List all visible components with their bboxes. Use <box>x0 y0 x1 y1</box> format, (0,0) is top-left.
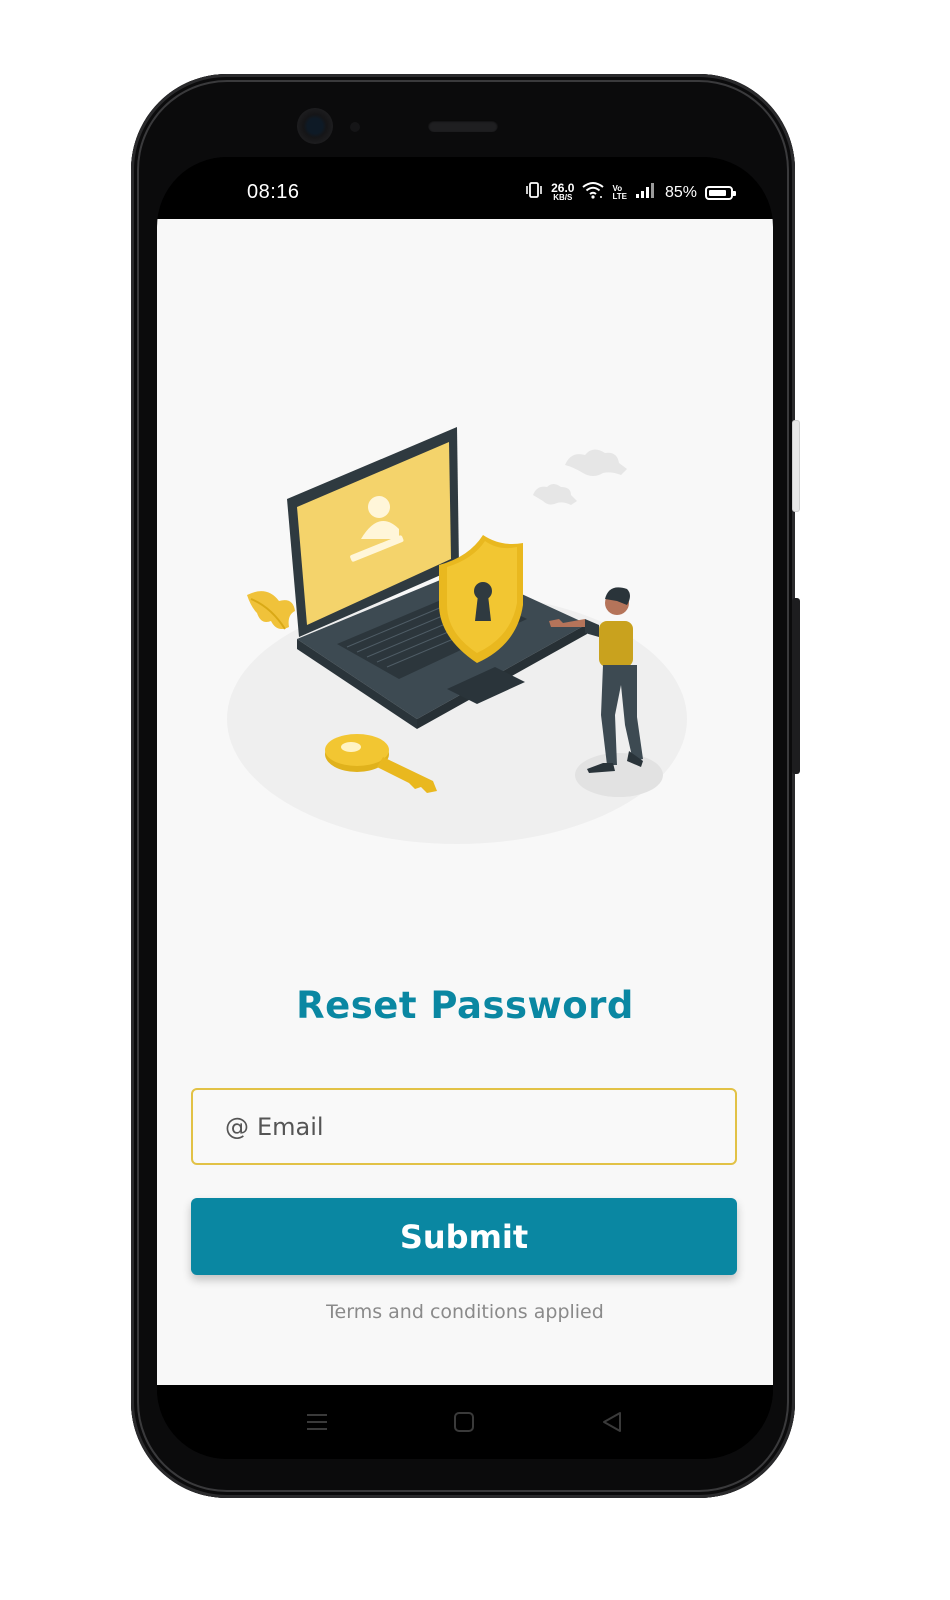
cloud-icon <box>533 449 627 505</box>
at-sign-icon: @ <box>225 1112 249 1141</box>
net-speed: 26.0 KB/S <box>551 180 575 202</box>
status-time: 08:16 <box>247 181 300 203</box>
volume-button <box>792 420 800 512</box>
submit-button[interactable]: Submit <box>191 1198 737 1275</box>
back-icon[interactable] <box>597 1407 627 1437</box>
power-button <box>792 598 800 774</box>
battery-icon <box>705 185 736 200</box>
navigation-bar <box>157 1385 773 1459</box>
battery-percent: 85% <box>664 183 697 201</box>
net-speed-unit: KB/S <box>553 192 573 202</box>
wifi-icon <box>582 181 605 204</box>
email-field[interactable]: @ <box>191 1088 737 1165</box>
front-camera <box>297 108 333 144</box>
battery-fill <box>709 189 726 196</box>
terms-text: Terms and conditions applied <box>326 1301 604 1323</box>
status-bar: 08:16 26.0 KB/S Vo LTE 85% <box>157 157 773 219</box>
earpiece-speaker <box>428 120 498 132</box>
volte-bottom: LTE <box>612 191 627 201</box>
net-speed-value: 26.0 <box>551 180 575 195</box>
status-icons: 26.0 KB/S Vo LTE 85% <box>525 180 736 204</box>
home-icon[interactable] <box>449 1407 479 1437</box>
phone-screen: 08:16 26.0 KB/S Vo LTE 85% Reset Passwor… <box>157 157 773 1459</box>
menu-icon[interactable] <box>302 1407 332 1437</box>
page-title: Reset Password <box>296 984 634 1027</box>
mockup-stage: 08:16 26.0 KB/S Vo LTE 85% Reset Passwor… <box>0 0 950 1600</box>
proximity-sensor <box>350 122 360 132</box>
signal-icon <box>635 182 657 203</box>
security-illustration <box>227 427 687 844</box>
email-input[interactable] <box>255 1111 699 1142</box>
reset-password-screen: Reset Password @ Submit Terms and condit… <box>157 219 773 1385</box>
vibrate-icon <box>525 182 543 203</box>
volte-indicator: Vo LTE <box>612 184 627 201</box>
